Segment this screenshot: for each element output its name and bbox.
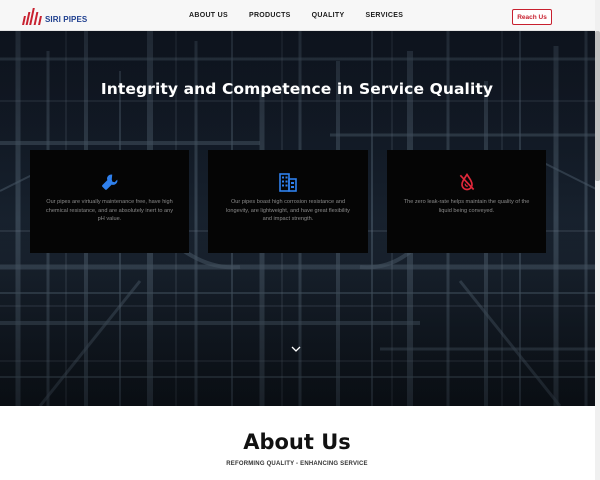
wrench-icon <box>98 172 122 192</box>
nav-item-about-us[interactable]: ABOUT US <box>189 12 228 19</box>
page-scrollbar[interactable] <box>595 0 600 480</box>
logo[interactable]: SIRI PIPES <box>22 7 87 25</box>
feature-card-maintenance: Our pipes are virtually maintenance free… <box>30 150 189 253</box>
nav-item-products[interactable]: PRODUCTS <box>249 12 291 19</box>
site-header: SIRI PIPES ABOUT US PRODUCTS QUALITY SER… <box>0 0 600 31</box>
logo-text: SIRI PIPES <box>45 15 88 24</box>
feature-card-leak-rate: The zero leak-rate helps maintain the qu… <box>387 150 546 253</box>
feature-card-corrosion: Our pipes boast high corrosion resistanc… <box>208 150 368 253</box>
no-leak-drop-icon <box>455 172 479 192</box>
hero-title: Integrity and Competence in Service Qual… <box>100 80 494 98</box>
about-title: About Us <box>243 430 351 454</box>
building-icon <box>276 172 300 192</box>
chevron-down-icon[interactable] <box>290 344 302 354</box>
nav-item-quality[interactable]: QUALITY <box>312 12 345 19</box>
logo-mark-icon <box>22 7 43 25</box>
main-nav: ABOUT US PRODUCTS QUALITY SERVICES <box>189 0 424 31</box>
about-subtitle: REFORMING QUALITY - ENHANCING SERVICE <box>226 461 368 467</box>
feature-text-maintenance: Our pipes are virtually maintenance free… <box>45 199 174 223</box>
hero-section: Integrity and Competence in Service Qual… <box>0 31 600 406</box>
about-section: About Us REFORMING QUALITY - ENHANCING S… <box>0 406 600 480</box>
reach-us-button[interactable]: Reach Us <box>512 9 552 25</box>
scrollbar-thumb[interactable] <box>595 31 600 181</box>
feature-text-corrosion: Our pipes boast high corrosion resistanc… <box>226 199 350 223</box>
nav-item-services[interactable]: SERVICES <box>365 12 403 19</box>
feature-text-leak-rate: The zero leak-rate helps maintain the qu… <box>403 199 530 214</box>
